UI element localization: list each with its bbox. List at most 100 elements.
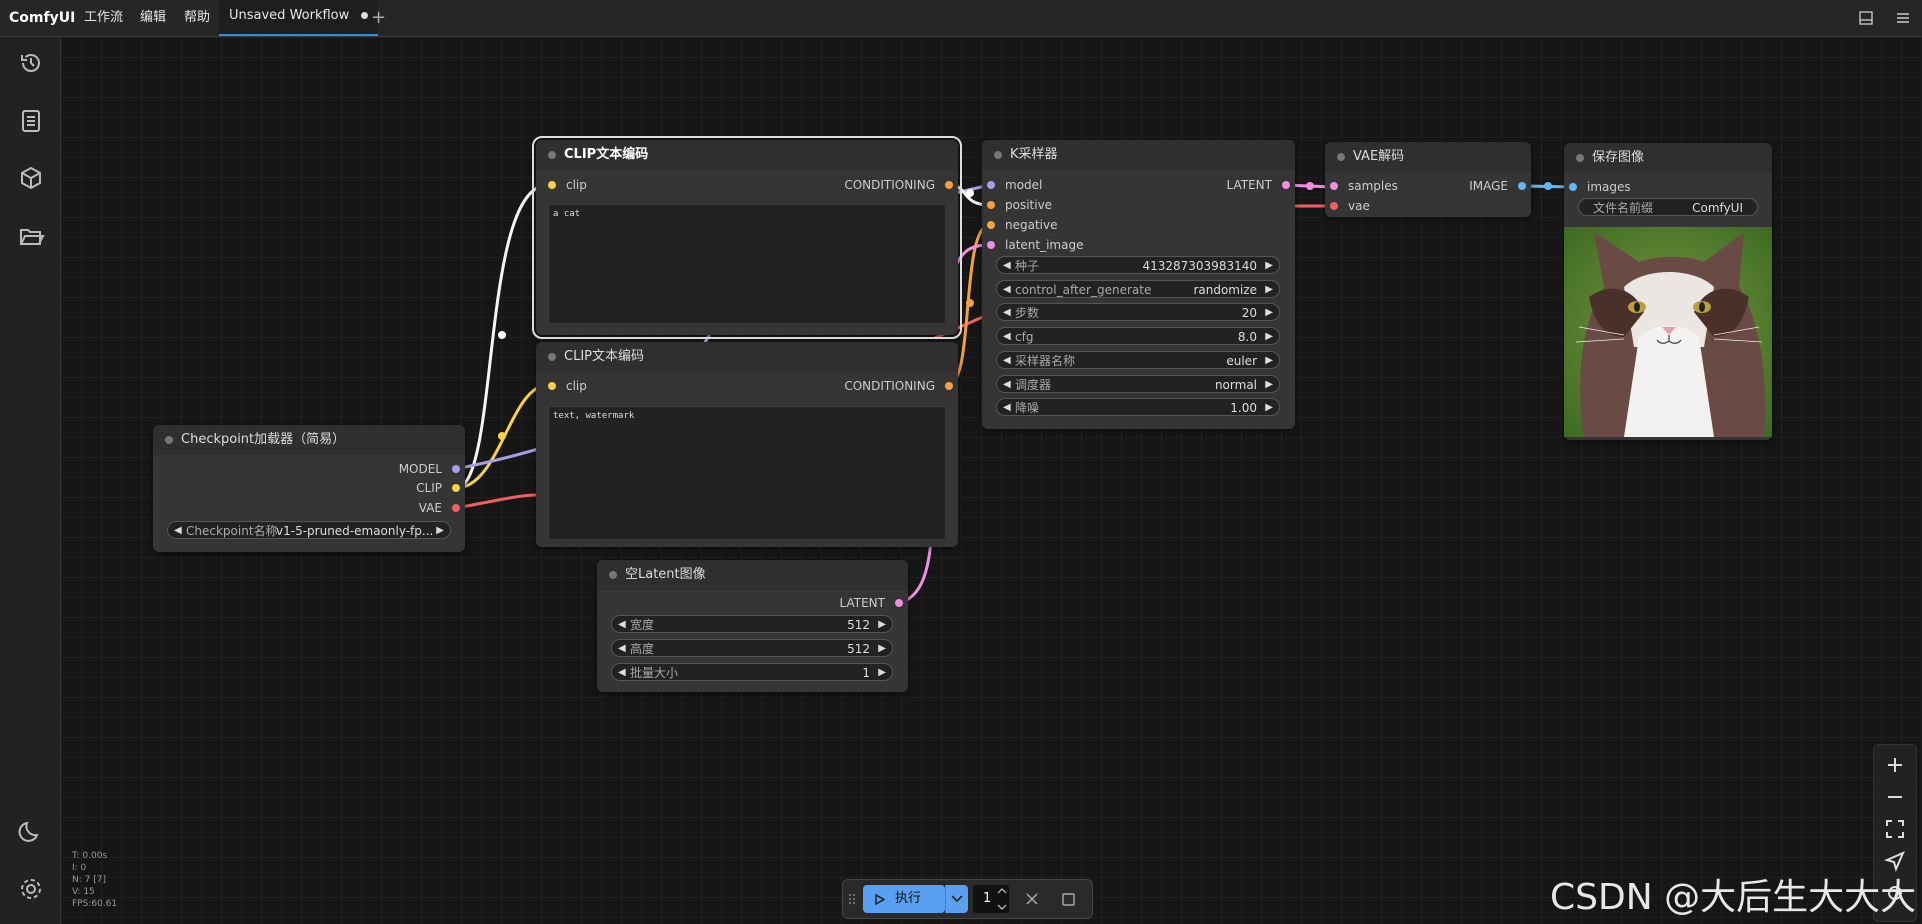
arrow-left-icon[interactable]: ◀ (1003, 257, 1011, 275)
input-label: positive (1005, 198, 1053, 212)
menu-workflow[interactable]: 工作流 (84, 0, 123, 36)
arrow-left-icon[interactable]: ◀ (1003, 304, 1011, 322)
arrow-right-icon[interactable]: ▶ (1265, 281, 1273, 299)
output-conditioning[interactable]: CONDITIONING (844, 377, 953, 395)
arrow-left-icon[interactable]: ◀ (1003, 328, 1011, 346)
input-vae[interactable]: vae (1330, 197, 1370, 215)
arrow-left-icon[interactable]: ◀ (1003, 376, 1011, 394)
menu-edit[interactable]: 编辑 (140, 0, 166, 36)
arrow-right-icon[interactable]: ▶ (1265, 328, 1273, 346)
seed-widget[interactable]: ◀ 种子 413287303983140 ▶ (996, 256, 1280, 274)
node-checkpoint-loader[interactable]: Checkpoint加载器（简易） MODEL CLIP VAE ◀ Check… (153, 425, 465, 552)
input-label: images (1587, 180, 1631, 194)
cancel-close-icon[interactable] (1026, 893, 1038, 905)
arrow-right-icon[interactable]: ▶ (878, 640, 886, 658)
output-conditioning[interactable]: CONDITIONING (844, 176, 953, 194)
input-positive[interactable]: positive (987, 196, 1052, 214)
node-title[interactable]: 空Latent图像 (597, 560, 908, 590)
node-empty-latent-image[interactable]: 空Latent图像 LATENT ◀ 宽度 512 ▶ ◀ 高度 512 ▶ ◀ 批量大小 1 ▶ (597, 560, 908, 692)
steps-widget[interactable]: ◀ 步数 20 ▶ (996, 303, 1280, 322)
input-clip[interactable]: clip (548, 377, 587, 395)
arrow-left-icon[interactable]: ◀ (1003, 399, 1011, 417)
history-icon[interactable] (17, 49, 45, 77)
arrow-left-icon[interactable]: ◀ (618, 640, 626, 658)
prompt-textarea[interactable]: text, watermark (548, 406, 946, 540)
app-logo[interactable]: ComfyUI (9, 0, 75, 36)
arrow-right-icon[interactable]: ▶ (1265, 304, 1273, 322)
arrow-right-icon[interactable]: ▶ (878, 664, 886, 682)
settings-gear-icon[interactable] (17, 875, 45, 903)
arrow-left-icon[interactable]: ◀ (174, 522, 182, 540)
fit-view-icon[interactable] (1883, 817, 1907, 841)
output-model[interactable]: MODEL (399, 460, 460, 478)
output-latent-label: LATENT (1226, 178, 1272, 192)
control-after-generate-widget[interactable]: ◀ control_after_generate randomize ▶ (996, 279, 1280, 299)
arrow-left-icon[interactable]: ◀ (1003, 281, 1011, 299)
model-library-icon[interactable] (17, 164, 45, 192)
input-latent-image[interactable]: latent_image (987, 236, 1083, 254)
batch-size-widget[interactable]: ◀ 批量大小 1 ▶ (611, 663, 893, 681)
node-title[interactable]: CLIP文本编码 (536, 140, 958, 170)
node-title[interactable]: K采样器 (982, 140, 1295, 170)
input-samples[interactable]: samples (1330, 177, 1398, 195)
run-mode-dropdown[interactable] (945, 885, 968, 913)
arrow-left-icon[interactable]: ◀ (618, 664, 626, 682)
widget-label: 宽度 (630, 618, 655, 632)
arrow-right-icon[interactable]: ▶ (436, 522, 444, 540)
arrow-right-icon[interactable]: ▶ (1265, 376, 1273, 394)
widget-label: cfg (1015, 330, 1034, 345)
queue-icon[interactable] (17, 107, 45, 135)
zoom-in-icon[interactable] (1883, 753, 1907, 777)
widget-value: 1 (862, 666, 870, 680)
workflows-folder-icon[interactable] (17, 222, 45, 250)
output-vae[interactable]: VAE (419, 499, 460, 517)
filename-prefix-widget[interactable]: 文件名前缀 ComfyUI (1578, 198, 1758, 216)
arrow-left-icon[interactable]: ◀ (618, 616, 626, 634)
node-title[interactable]: CLIP文本编码 (536, 342, 958, 372)
theme-moon-icon[interactable] (17, 817, 45, 845)
input-images[interactable]: images (1569, 178, 1631, 196)
input-negative[interactable]: negative (987, 216, 1057, 234)
node-ksampler[interactable]: K采样器 model positive negative latent_imag… (982, 140, 1295, 429)
zoom-out-icon[interactable] (1883, 785, 1907, 809)
menu-hamburger-icon[interactable] (1896, 11, 1910, 25)
width-widget[interactable]: ◀ 宽度 512 ▶ (611, 615, 893, 633)
output-latent[interactable]: LATENT (840, 594, 903, 612)
stop-square-icon[interactable] (1062, 893, 1075, 906)
cfg-widget[interactable]: ◀ cfg 8.0 ▶ (996, 327, 1280, 346)
panel-toggle-icon[interactable] (1859, 11, 1873, 25)
input-clip[interactable]: clip (548, 176, 587, 194)
node-title[interactable]: VAE解码 (1325, 142, 1531, 172)
output-image[interactable]: IMAGE (1469, 177, 1526, 195)
ckpt-name-widget[interactable]: ◀ Checkpoint名称 v1-5-pruned-emaonly-fp...… (167, 521, 451, 539)
node-clip-text-encode-negative[interactable]: CLIP文本编码 clip CONDITIONING text, waterma… (536, 342, 958, 547)
drag-handle-icon[interactable] (848, 893, 856, 905)
arrow-right-icon[interactable]: ▶ (1265, 352, 1273, 370)
tab-unsaved-workflow[interactable]: Unsaved Workflow (219, 0, 379, 36)
stepper-arrows-icon[interactable] (997, 886, 1007, 912)
height-widget[interactable]: ◀ 高度 512 ▶ (611, 639, 893, 657)
sampler-name-widget[interactable]: ◀ 采样器名称 euler ▶ (996, 350, 1280, 370)
scheduler-widget[interactable]: ◀ 调度器 normal ▶ (996, 374, 1280, 394)
node-clip-text-encode-positive[interactable]: CLIP文本编码 clip CONDITIONING a cat (532, 136, 962, 339)
widget-label: control_after_generate (1015, 282, 1152, 297)
output-latent[interactable]: LATENT (1227, 176, 1290, 194)
arrow-right-icon[interactable]: ▶ (1265, 257, 1273, 275)
node-vae-decode[interactable]: VAE解码 samples vae IMAGE (1325, 142, 1531, 217)
output-image-preview[interactable] (1564, 227, 1772, 437)
node-save-image[interactable]: 保存图像 images 文件名前缀 ComfyUI (1564, 143, 1772, 440)
arrow-left-icon[interactable]: ◀ (1003, 352, 1011, 370)
input-model[interactable]: model (987, 176, 1042, 194)
arrow-right-icon[interactable]: ▶ (878, 616, 886, 634)
input-label: latent_image (1005, 238, 1084, 252)
output-model-label: MODEL (398, 462, 442, 476)
menu-help[interactable]: 帮助 (184, 0, 210, 36)
node-title[interactable]: Checkpoint加载器（简易） (153, 425, 465, 455)
node-title[interactable]: 保存图像 (1564, 143, 1772, 173)
arrow-right-icon[interactable]: ▶ (1265, 399, 1273, 417)
denoise-widget[interactable]: ◀ 降噪 1.00 ▶ (996, 398, 1280, 417)
output-clip[interactable]: CLIP (416, 479, 460, 497)
run-button[interactable]: 执行 (863, 885, 945, 913)
prompt-textarea[interactable]: a cat (548, 204, 946, 324)
add-tab-button[interactable]: + (371, 0, 386, 36)
